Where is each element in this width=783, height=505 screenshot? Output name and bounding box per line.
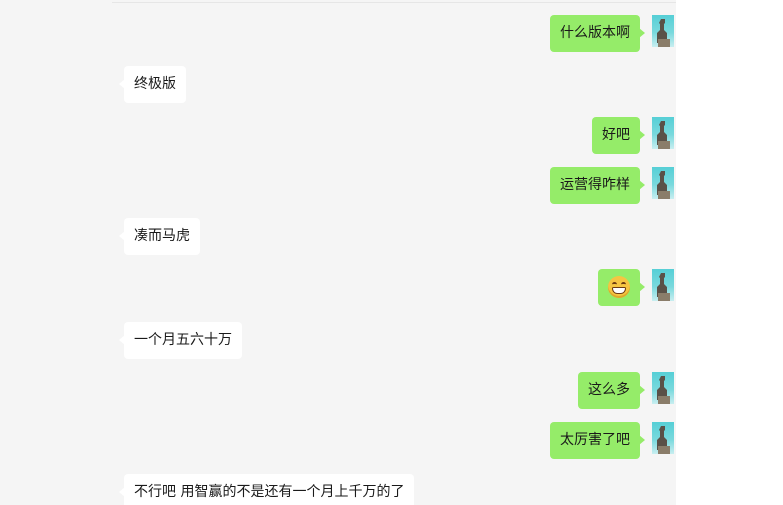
message-incoming: 终极版 — [119, 66, 324, 103]
message-incoming: 一个月五六十万 — [119, 322, 424, 359]
top-divider — [112, 2, 676, 3]
chat-window: 什么版本啊 终极版 好吧 运营得咋样 凑而马虎 一个月五六十万 这么多 太厉害了… — [0, 0, 783, 505]
message-bubble[interactable]: 凑而马虎 — [119, 218, 200, 255]
user-avatar-icon[interactable] — [652, 15, 674, 47]
message-outgoing: 好吧 — [440, 117, 645, 154]
user-avatar-icon[interactable] — [652, 372, 674, 404]
user-avatar-icon[interactable] — [652, 269, 674, 301]
message-bubble[interactable]: 什么版本啊 — [550, 15, 645, 52]
message-bubble[interactable]: 好吧 — [592, 117, 645, 154]
user-avatar-icon[interactable] — [652, 422, 674, 454]
right-margin — [676, 0, 783, 505]
grinning-face-emoji — [608, 276, 630, 298]
message-bubble[interactable] — [598, 269, 645, 306]
message-bubble[interactable]: 终极版 — [119, 66, 186, 103]
message-bubble[interactable]: 这么多 — [578, 372, 645, 409]
user-avatar-icon[interactable] — [652, 167, 674, 199]
message-bubble[interactable]: 不行吧 用智赢的不是还有一个月上千万的了 — [118, 474, 415, 505]
message-outgoing: 这么多 — [440, 372, 645, 409]
message-bubble[interactable]: 一个月五六十万 — [119, 322, 242, 359]
message-outgoing: 运营得咋样 — [440, 167, 645, 204]
message-incoming: 不行吧 用智赢的不是还有一个月上千万的了 — [118, 474, 524, 505]
message-outgoing: 太厉害了吧 — [440, 422, 645, 459]
message-outgoing: 什么版本啊 — [440, 15, 645, 52]
message-outgoing — [440, 269, 645, 306]
message-incoming: 凑而马虎 — [119, 218, 324, 255]
left-margin — [0, 0, 110, 505]
message-bubble[interactable]: 太厉害了吧 — [550, 422, 645, 459]
message-bubble[interactable]: 运营得咋样 — [550, 167, 645, 204]
user-avatar-icon[interactable] — [652, 117, 674, 149]
